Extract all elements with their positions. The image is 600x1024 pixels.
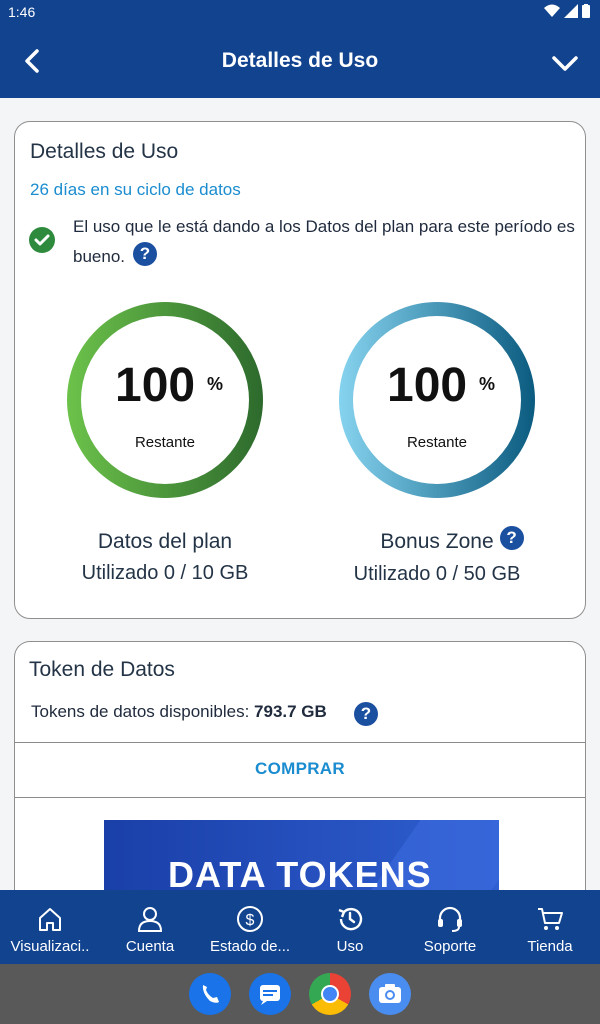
bonus-remaining-caption: Restante	[406, 434, 468, 451]
nav-label: Soporte	[423, 938, 477, 955]
nav-item-overview[interactable]: Visualizaci..	[0, 890, 100, 964]
history-icon	[338, 907, 363, 931]
question-icon[interactable]: ?	[499, 526, 524, 551]
bonus-zone-used: Utilizado 0 / 50 GB	[353, 563, 521, 585]
camera-icon[interactable]	[369, 973, 411, 1015]
wifi-icon	[544, 4, 560, 17]
page-title: Detalles de Uso	[221, 49, 379, 72]
buy-button[interactable]: COMPRAR	[15, 759, 585, 779]
scroll-content[interactable]: Detalles de Uso 26 días en su ciclo de d…	[0, 98, 600, 890]
system-dock	[0, 964, 600, 1024]
divider	[15, 742, 585, 743]
nav-item-statement[interactable]: $ Estado de...	[200, 890, 300, 964]
bonus-zone-gauge: 100 % Restante	[339, 302, 535, 498]
cart-icon	[538, 908, 563, 930]
data-tokens-banner[interactable]: DATA TOKENS	[104, 820, 499, 890]
tokens-available-value: 793.7 GB	[254, 702, 327, 721]
cycle-days-text: 26 días en su ciclo de datos	[30, 180, 241, 199]
signal-icon	[564, 4, 578, 18]
dollar-icon: $	[237, 906, 263, 932]
nav-label: Cuenta	[125, 938, 175, 955]
token-card-title: Token de Datos	[29, 658, 175, 681]
nav-item-store[interactable]: Tienda	[500, 890, 600, 964]
plan-data-name: Datos del plan	[97, 530, 233, 553]
question-icon[interactable]: ?	[133, 241, 157, 266]
question-icon[interactable]: ?	[354, 702, 378, 726]
plan-remaining-caption: Restante	[134, 434, 196, 451]
status-bar: 1:46	[0, 0, 600, 24]
battery-icon	[582, 4, 590, 18]
bonus-zone-name-row: Bonus Zone?	[337, 526, 567, 554]
nav-item-support[interactable]: Soporte	[400, 890, 500, 964]
plan-remaining-unit: %	[207, 374, 224, 394]
chevron-down-icon[interactable]	[550, 48, 580, 78]
divider	[15, 797, 585, 798]
status-time: 1:46	[8, 4, 36, 20]
bonus-remaining-value: 100	[387, 359, 468, 412]
app-bar: Detalles de Uso	[0, 24, 600, 98]
plan-remaining-value: 100	[115, 359, 196, 412]
messages-icon[interactable]	[249, 973, 291, 1015]
chrome-icon[interactable]	[309, 973, 351, 1015]
bottom-nav: Visualizaci.. Cuenta $ Estado de... Uso …	[0, 890, 600, 964]
tokens-available-label: Tokens de datos disponibles:	[31, 702, 250, 721]
usage-details-card: Detalles de Uso 26 días en su ciclo de d…	[14, 121, 586, 619]
nav-item-usage[interactable]: Uso	[300, 890, 400, 964]
bonus-remaining-unit: %	[479, 374, 496, 394]
nav-label: Estado de...	[209, 938, 291, 955]
banner-text: DATA TOKENS	[168, 854, 432, 890]
home-icon	[39, 908, 61, 931]
headset-icon	[438, 906, 462, 932]
nav-label: Uso	[336, 938, 364, 955]
check-circle-icon	[29, 227, 55, 253]
plan-data-used: Utilizado 0 / 10 GB	[81, 562, 249, 584]
usage-card-title: Detalles de Uso	[30, 140, 179, 163]
usage-message: El uso que le está dando a los Datos del…	[73, 212, 593, 272]
system-icons	[544, 4, 590, 18]
phone-icon[interactable]	[189, 973, 231, 1015]
person-icon	[137, 907, 163, 932]
nav-label: Visualizaci..	[10, 938, 90, 955]
nav-label: Tienda	[527, 938, 573, 955]
nav-item-account[interactable]: Cuenta	[100, 890, 200, 964]
bonus-zone-name: Bonus Zone	[380, 530, 494, 553]
plan-data-gauge: 100 % Restante	[67, 302, 263, 498]
tokens-available-row: Tokens de datos disponibles: 793.7 GB	[31, 702, 327, 722]
svg-text:$: $	[246, 912, 255, 929]
